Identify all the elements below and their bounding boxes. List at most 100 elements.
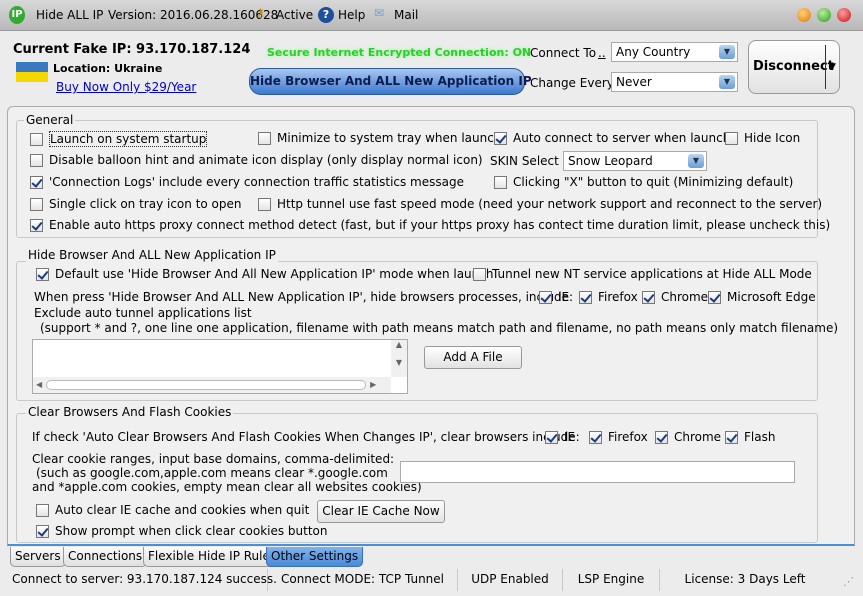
- checkbox-box[interactable]: [30, 197, 43, 211]
- tab-flexible-rules[interactable]: Flexible Hide IP Rules: [143, 547, 282, 567]
- app-name: Hide ALL IP: [36, 8, 104, 22]
- exclude-list-textarea[interactable]: ▲ ▼ ◀ ▶: [32, 339, 408, 394]
- checkbox-box[interactable]: [642, 290, 655, 304]
- resize-grip-icon[interactable]: ⋰: [843, 575, 854, 588]
- show-prompt-checkbox[interactable]: Show prompt when click clear cookies but…: [36, 524, 328, 538]
- auto-https-detect-checkbox[interactable]: Enable auto https proxy connect method d…: [30, 218, 830, 232]
- help-link[interactable]: Help: [338, 8, 365, 22]
- checkbox-box[interactable]: [36, 267, 49, 281]
- default-mode-checkbox[interactable]: Default use 'Hide Browser And All New Ap…: [36, 267, 493, 281]
- checkbox-box[interactable]: [258, 131, 271, 145]
- tunnel-nt-checkbox[interactable]: Tunnel new NT service applications at Hi…: [473, 267, 812, 281]
- add-file-button[interactable]: Add A File: [424, 346, 522, 369]
- hide-chrome-checkbox[interactable]: Chrome: [642, 290, 708, 304]
- connection-logs-checkbox[interactable]: 'Connection Logs' include every connecti…: [30, 175, 464, 189]
- status-mode: Connect MODE: TCP Tunnel: [268, 569, 458, 591]
- skin-select[interactable]: Snow Leopard ▼: [563, 151, 707, 171]
- ukraine-flag-icon: [16, 62, 48, 82]
- status-lsp: LSP Engine: [563, 569, 660, 591]
- horizontal-scrollbar[interactable]: ◀ ▶: [33, 377, 391, 393]
- location: Location: Ukraine: [53, 62, 163, 75]
- minimize-tray-checkbox[interactable]: Minimize to system tray when launch: [258, 131, 501, 145]
- vertical-scrollbar[interactable]: ▲ ▼: [391, 340, 407, 377]
- disable-balloon-checkbox[interactable]: Disable balloon hint and animate icon di…: [30, 153, 483, 167]
- exclude-hint: (support * and ?, one line one applicati…: [40, 321, 839, 335]
- general-title: General: [24, 113, 76, 127]
- disconnect-button[interactable]: Disconnect ▼: [748, 40, 840, 94]
- clear-firefox-checkbox[interactable]: Firefox: [589, 430, 648, 444]
- change-every-select[interactable]: Never ▼: [611, 72, 738, 92]
- cookie-range-label-1: Clear cookie ranges, input base domains,…: [32, 452, 395, 466]
- mail-link[interactable]: Mail: [394, 8, 418, 22]
- checkbox-box[interactable]: [725, 131, 738, 145]
- buy-now-link[interactable]: Buy Now Only $29/Year: [56, 80, 196, 94]
- version: Version: 2016.06.28.160628: [108, 8, 279, 22]
- checkbox-box[interactable]: [725, 430, 738, 444]
- chevron-down-icon: ▼: [719, 75, 735, 89]
- click-x-quit-checkbox[interactable]: Clicking "X" button to quit (Minimizing …: [494, 175, 793, 189]
- checkbox-box[interactable]: [655, 430, 668, 444]
- checkbox-box[interactable]: [579, 290, 592, 304]
- app-logo-icon: IP: [9, 6, 25, 24]
- clear-ie-cache-button[interactable]: Clear IE Cache Now: [317, 500, 445, 523]
- hide-firefox-checkbox[interactable]: Firefox: [579, 290, 638, 304]
- mail-icon: ✉: [374, 6, 385, 20]
- checkbox-box[interactable]: [258, 197, 271, 211]
- checkbox-box[interactable]: [30, 132, 43, 146]
- connect-to-select[interactable]: Any Country ▼: [611, 42, 738, 62]
- hide-icon-checkbox[interactable]: Hide Icon: [725, 131, 800, 145]
- secure-connection-status: Secure Internet Encrypted Connection: ON: [267, 46, 532, 59]
- chevron-down-icon: ▼: [719, 45, 735, 59]
- hide-browser-button[interactable]: Hide Browser And ALL New Application IP: [249, 68, 532, 95]
- checkbox-box[interactable]: [30, 153, 43, 167]
- processes-label: When press 'Hide Browser And ALL New App…: [34, 290, 574, 304]
- checkbox-box[interactable]: [36, 503, 49, 517]
- maximize-button[interactable]: [817, 8, 831, 22]
- checkbox-box[interactable]: [494, 131, 507, 145]
- tab-servers[interactable]: Servers: [10, 547, 66, 567]
- checkbox-box[interactable]: [545, 430, 558, 444]
- hide-edge-checkbox[interactable]: Microsoft Edge: [708, 290, 816, 304]
- exclude-label: Exclude auto tunnel applications list: [34, 306, 252, 320]
- connect-to-link[interactable]: ..: [598, 46, 606, 60]
- tab-connections[interactable]: Connections: [63, 547, 148, 567]
- checkbox-box[interactable]: [589, 430, 602, 444]
- active-link[interactable]: Active: [276, 8, 313, 22]
- help-icon[interactable]: ?: [318, 7, 334, 23]
- auto-connect-checkbox[interactable]: Auto connect to server when launch: [494, 131, 730, 145]
- clear-ie-checkbox[interactable]: IE: [545, 430, 575, 444]
- chevron-down-icon: ▼: [688, 154, 704, 168]
- title-bar: IP Hide ALL IP Version: 2016.06.28.16062…: [0, 0, 863, 31]
- status-udp: UDP Enabled: [458, 569, 563, 591]
- cookie-range-label-2: (such as google.com,apple.com means clea…: [36, 466, 388, 480]
- checkbox-box[interactable]: [708, 290, 721, 304]
- cookie-range-label-3: and *apple.com cookies, empty mean clear…: [32, 480, 422, 494]
- dropdown-arrow-icon[interactable]: ▼: [829, 41, 836, 93]
- hide-ie-checkbox[interactable]: IE: [539, 290, 569, 304]
- minimize-button[interactable]: [797, 8, 811, 22]
- skin-label: SKIN Select: [490, 154, 559, 168]
- checkbox-box[interactable]: [30, 175, 43, 189]
- clear-chrome-checkbox[interactable]: Chrome: [655, 430, 721, 444]
- checkbox-box[interactable]: [539, 290, 552, 304]
- clear-flash-checkbox[interactable]: Flash: [725, 430, 775, 444]
- http-fast-mode-checkbox[interactable]: Http tunnel use fast speed mode (need yo…: [258, 197, 822, 211]
- change-every-label: Change Every: [530, 76, 614, 90]
- close-button[interactable]: [837, 8, 851, 22]
- cookie-range-input[interactable]: [400, 461, 795, 483]
- cookies-title: Clear Browsers And Flash Cookies: [26, 405, 234, 419]
- checkbox-box[interactable]: [36, 524, 49, 538]
- status-license: License: 3 Days Left: [684, 572, 806, 586]
- key-icon: ⚷: [256, 6, 265, 20]
- auto-clear-checkbox[interactable]: Auto clear IE cache and cookies when qui…: [36, 503, 309, 517]
- launch-startup-checkbox[interactable]: Launch on system startup: [30, 131, 208, 147]
- checkbox-box[interactable]: [30, 218, 43, 232]
- connect-to-label: Connect To: [530, 46, 597, 60]
- clear-browsers-label: If check 'Auto Clear Browsers And Flash …: [32, 430, 580, 444]
- tab-other-settings[interactable]: Other Settings: [266, 547, 364, 567]
- single-click-tray-checkbox[interactable]: Single click on tray icon to open: [30, 197, 242, 211]
- hide-browser-title: Hide Browser And ALL New Application IP: [26, 248, 278, 262]
- checkbox-box[interactable]: [473, 267, 486, 281]
- status-connect: Connect to server: 93.170.187.124 succes…: [0, 569, 277, 591]
- checkbox-box[interactable]: [494, 175, 507, 189]
